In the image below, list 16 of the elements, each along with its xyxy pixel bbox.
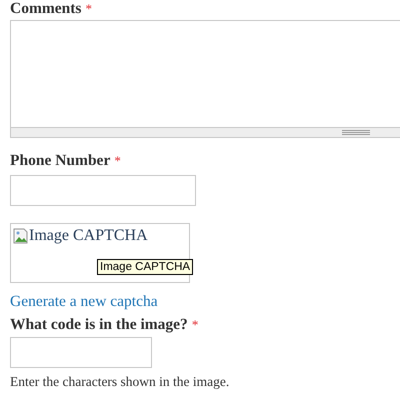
field-label: What code is in the image? xyxy=(10,316,188,334)
required-mark: * xyxy=(85,0,92,18)
comments-textarea[interactable] xyxy=(10,20,400,127)
required-mark: * xyxy=(192,316,198,334)
required-mark: * xyxy=(114,152,121,170)
captcha-alt-text: Image CAPTCHA xyxy=(29,226,148,246)
field-description: Enter the characters shown in the image. xyxy=(10,373,230,391)
captcha-code-field[interactable] xyxy=(10,337,152,368)
resize-bar[interactable] xyxy=(10,127,400,138)
field-label: Phone Number xyxy=(10,152,110,170)
grip-icon[interactable] xyxy=(342,130,370,135)
tooltip: Image CAPTCHA xyxy=(97,259,194,275)
broken-image-icon xyxy=(13,228,29,244)
field-label: Comments xyxy=(10,0,82,18)
new-captcha-link[interactable]: Generate a new captcha xyxy=(10,292,158,312)
phone-field[interactable] xyxy=(10,175,196,206)
